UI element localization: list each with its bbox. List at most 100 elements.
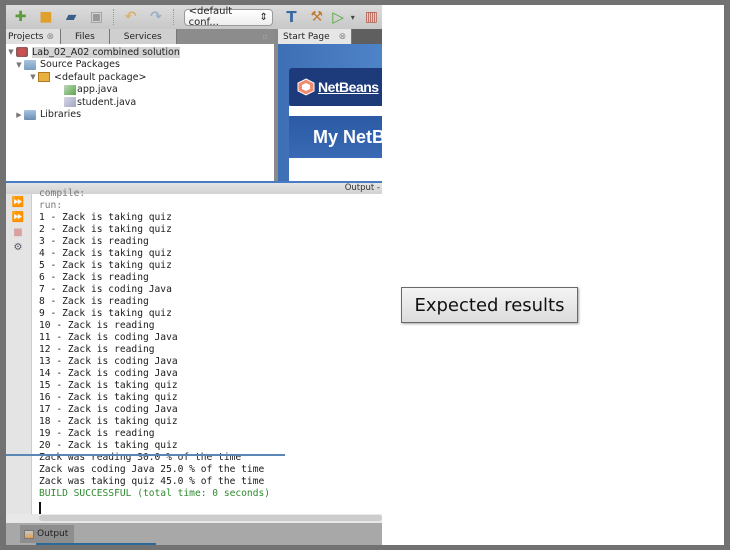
output-line: 19 - Zack is reading [39,428,155,439]
rerun-params-icon: ⏩ [11,212,25,223]
output-line: 3 - Zack is reading [39,236,149,247]
toolbar-separator [113,9,115,25]
build-button[interactable]: T [281,7,302,27]
java-main-file-icon [64,84,76,95]
output-line: 17 - Zack is coding Java [39,404,178,415]
chevron-down-icon: ▾ [350,12,355,22]
output-line: 15 - Zack is taking quiz [39,380,178,391]
clean-build-icon: ⚒ [310,9,324,25]
java-file-icon [64,97,76,108]
save-all-icon: ▣ [89,9,104,25]
main-toolbar: ✚ ■ ▰ ▣ ↶ ↷ <default conf... ⇕ T ⚒ ▷ ▾ ▥ [6,5,382,29]
settings-button[interactable]: ⚙ [11,242,25,254]
undo-button[interactable]: ↶ [120,7,141,27]
settings-icon: ⚙ [13,242,23,253]
output-line: 6 - Zack is reading [39,272,149,283]
libraries-icon [24,109,36,120]
output-line: 7 - Zack is coding Java [39,284,172,295]
redo-icon: ↷ [150,9,162,25]
output-line: 5 - Zack is taking quiz [39,260,172,271]
tab-label: Output [37,529,69,539]
debug-button[interactable]: ▥ [361,7,382,27]
configuration-value: <default conf... [188,6,233,28]
tab-projects[interactable]: Projects ⊗ [6,29,62,44]
hammer-icon: T [286,8,297,26]
open-project-icon: ▰ [65,9,77,25]
select-arrows-icon: ⇕ [259,11,268,23]
output-line: Zack was taking quiz 45.0 % of the time [39,476,265,487]
redo-button[interactable]: ↷ [145,7,166,27]
tab-services[interactable]: Services [109,29,177,44]
horizontal-scrollbar[interactable] [39,515,382,521]
netbeans-brand: NetBeans [318,79,379,95]
output-line: BUILD SUCCESSFUL (total time: 0 seconds) [39,488,271,499]
folder-icon [24,59,36,70]
slide-frame: ✚ ■ ▰ ▣ ↶ ↷ <default conf... ⇕ T ⚒ ▷ ▾ ▥… [6,5,724,545]
rerun-with-params-button[interactable]: ⏩ [11,212,25,224]
output-line: 10 - Zack is reading [39,320,155,331]
debug-icon: ▥ [364,9,378,25]
clean-build-button[interactable]: ⚒ [306,7,327,27]
tab-label: Start Page [283,31,330,42]
open-project-button[interactable]: ▰ [61,7,82,27]
tree-label: student.java [77,96,137,108]
tree-item-app-java[interactable]: app.java [6,84,274,97]
tree-item-source-packages[interactable]: ▼ Source Packages [6,59,274,72]
tab-files[interactable]: Files [61,29,110,44]
output-line: 13 - Zack is coding Java [39,356,178,367]
output-line: 14 - Zack is coding Java [39,368,178,379]
tree-item-default-package[interactable]: ▼ <default package> [6,71,274,84]
output-line: 8 - Zack is reading [39,296,149,307]
output-line: 20 - Zack is taking quiz [39,440,178,451]
close-icon[interactable]: ⊗ [339,32,347,42]
new-project-icon: ■ [39,9,53,25]
save-all-button[interactable]: ▣ [86,7,107,27]
new-file-button[interactable]: ✚ [10,7,31,27]
projects-panel: Projects ⊗ Files Services ▫ ▼ Lab_02_A02… [6,29,274,181]
expected-results-callout: Expected results [401,287,578,323]
configuration-select[interactable]: <default conf... ⇕ [183,6,273,28]
stop-button[interactable]: ■ [11,227,25,239]
tab-label: Projects [8,31,44,42]
run-button[interactable]: ▷ [331,7,345,27]
project-tree: ▼ Lab_02_A02 combined solution ▼ Source … [6,44,274,121]
run-dropdown[interactable]: ▾ [349,7,357,27]
expand-icon[interactable]: ▼ [28,73,38,81]
tree-item-student-java[interactable]: student.java [6,96,274,109]
netbeans-logo-icon [297,78,315,96]
banner-divider [289,106,382,116]
tree-label: <default package> [54,71,147,83]
collapse-icon[interactable]: ▶ [14,111,24,119]
output-line: 1 - Zack is taking quiz [39,212,172,223]
output-window-icon [24,529,34,539]
tree-item-libraries[interactable]: ▶ Libraries [6,109,274,122]
tab-start-page[interactable]: Start Page ⊗ [278,29,353,44]
output-console[interactable]: compile: run: 1 - Zack is taking quiz 2 - Z… [32,188,382,514]
progress-strip [36,543,156,545]
close-icon[interactable]: ⊗ [46,32,54,42]
annotation-underline [6,454,285,456]
output-line: 12 - Zack is reading [39,344,155,355]
output-gutter: ⏩ ⏩ ■ ⚙ [6,194,32,514]
expand-icon[interactable]: ▼ [14,61,24,69]
netbeans-ide: ✚ ■ ▰ ▣ ↶ ↷ <default conf... ⇕ T ⚒ ▷ ▾ ▥… [6,5,382,545]
run-icon: ▷ [332,8,344,26]
output-line: 18 - Zack is taking quiz [39,416,178,427]
new-project-button[interactable]: ■ [35,7,56,27]
output-line: 16 - Zack is taking quiz [39,392,178,403]
expand-icon[interactable]: ▼ [6,48,16,56]
minimize-icon[interactable]: ▫ [263,32,268,41]
start-page-body [289,158,382,181]
tab-label: Files [75,31,95,42]
tree-label: Source Packages [40,59,120,71]
output-line: run: [39,200,63,211]
stop-icon: ■ [13,227,23,238]
tab-output[interactable]: Output [20,525,74,543]
start-page-content: NetBeans My NetB [278,44,382,181]
rerun-button[interactable]: ⏩ [11,197,25,209]
tree-item-project[interactable]: ▼ Lab_02_A02 combined solution [6,46,274,59]
tree-label: Libraries [40,109,82,121]
tab-label: Services [123,31,162,42]
callout-label: Expected results [414,294,565,316]
netbeans-banner[interactable]: NetBeans [289,68,382,106]
